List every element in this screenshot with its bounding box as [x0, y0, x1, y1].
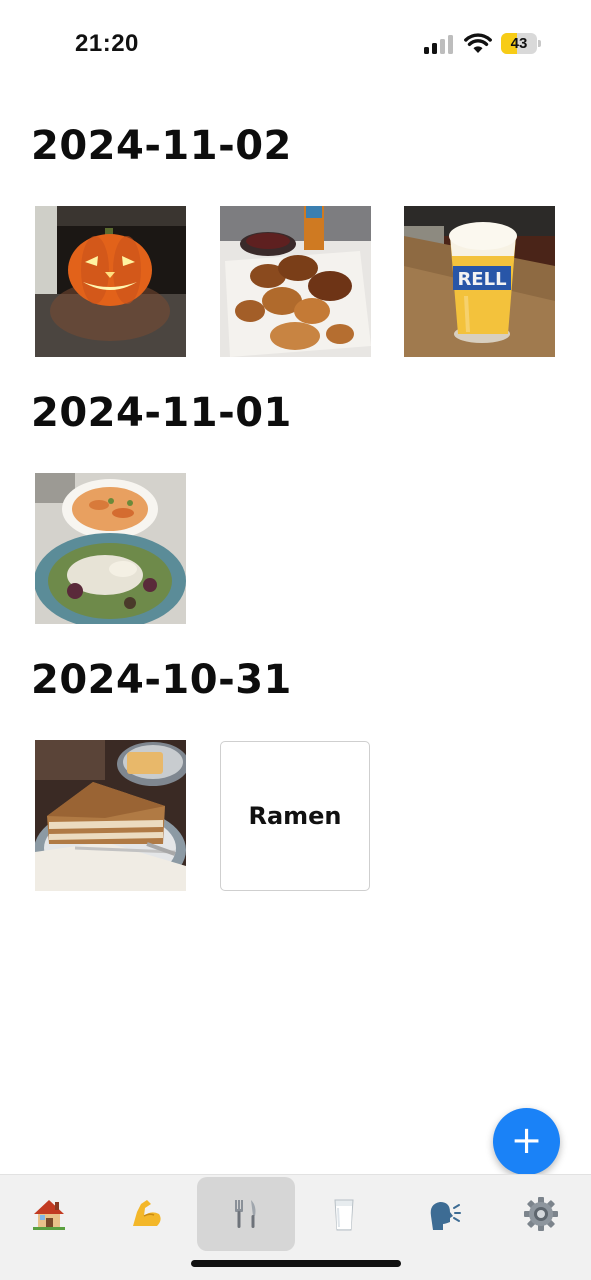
battery-level: 43	[510, 35, 528, 52]
tab-home[interactable]	[0, 1177, 98, 1251]
date-heading: 2024-11-02	[31, 123, 292, 169]
meal-photo-jack-o-lantern[interactable]	[35, 206, 186, 357]
flexed-biceps-icon	[133, 1200, 161, 1226]
glass-of-milk-icon	[334, 1199, 354, 1231]
fork-and-knife-icon	[235, 1200, 256, 1228]
meal-photo-fried-chicken[interactable]	[220, 206, 371, 357]
meal-photo-beer[interactable]: RELL	[404, 206, 555, 357]
date-heading: 2024-11-01	[31, 390, 292, 436]
tab-workout[interactable]	[98, 1177, 196, 1251]
status-time: 21:20	[75, 30, 139, 57]
meal-photo-layer-cake[interactable]	[35, 740, 186, 891]
tab-talk[interactable]	[394, 1177, 492, 1251]
tab-meals[interactable]	[197, 1177, 295, 1251]
tab-settings[interactable]	[492, 1177, 590, 1251]
battery-icon: 43	[501, 33, 541, 54]
plus-icon: +	[510, 1118, 543, 1162]
tab-drinks[interactable]	[295, 1177, 393, 1251]
meal-text-card[interactable]: Ramen	[220, 741, 370, 891]
meal-text-label: Ramen	[248, 802, 342, 830]
add-meal-button[interactable]: +	[493, 1108, 560, 1175]
house-icon	[33, 1200, 65, 1230]
gear-icon	[524, 1197, 558, 1231]
date-heading: 2024-10-31	[31, 657, 292, 703]
cellular-signal-icon	[424, 34, 454, 54]
home-indicator[interactable]	[191, 1260, 401, 1267]
wifi-icon	[464, 33, 492, 53]
meal-photo-pasta-salad[interactable]	[35, 473, 186, 624]
status-bar: 21:20 43	[0, 0, 591, 88]
svg-text:RELL: RELL	[457, 269, 506, 290]
speaking-head-icon	[430, 1202, 461, 1230]
